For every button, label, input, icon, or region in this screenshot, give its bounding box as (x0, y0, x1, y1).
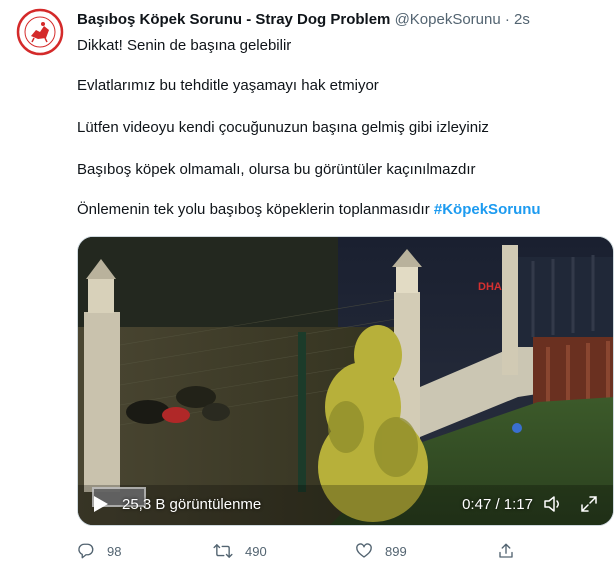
avatar[interactable] (16, 8, 64, 56)
share-icon (499, 543, 513, 558)
fullscreen-icon[interactable] (579, 494, 599, 514)
speaker-icon[interactable] (543, 494, 563, 514)
tweet-text-line: Önlemenin tek yolu başıboş köpeklerin to… (77, 200, 541, 220)
video-duration: 0:47 / 1:17 (462, 496, 533, 513)
reply-icon (78, 543, 94, 559)
tweet-header: Başıboş Köpek Sorunu - Stray Dog Problem… (77, 10, 530, 30)
like-count: 899 (385, 543, 407, 559)
video-controls: 25,3 B görüntülenme 0:47 / 1:17 (78, 485, 613, 525)
logo-icon (16, 8, 64, 56)
tweet[interactable]: Başıboş Köpek Sorunu - Stray Dog Problem… (0, 0, 614, 575)
retweet-icon (213, 544, 233, 558)
tweet-text-line: Lütfen videoyu kendi çocuğunuzun başına … (77, 119, 489, 136)
tweet-actions: 98 490 899 (77, 539, 537, 563)
reply-count: 98 (107, 543, 122, 559)
reply-button[interactable]: 98 (77, 539, 121, 563)
author-handle[interactable]: @KopekSorunu (395, 11, 501, 28)
like-button[interactable]: 899 (355, 539, 407, 563)
separator: · (504, 11, 510, 28)
hashtag-link[interactable]: #KöpekSorunu (434, 201, 541, 218)
tweet-text-line: Dikkat! Senin de başına gelebilir (77, 37, 292, 54)
tweet-time[interactable]: 2s (514, 11, 530, 28)
share-button[interactable] (497, 539, 515, 563)
tweet-text: Önlemenin tek yolu başıboş köpeklerin to… (77, 201, 430, 218)
retweet-count: 490 (245, 543, 267, 559)
view-count: 25,3 B görüntülenme (122, 496, 262, 513)
watermark-text: DHA (478, 281, 502, 293)
video-frame: DHA (78, 237, 613, 525)
tweet-text-line: Başıboş köpek olmamalı, olursa bu görünt… (77, 161, 476, 178)
tweet-text-line: Evlatlarımız bu tehditle yaşamayı hak et… (77, 77, 379, 94)
video-player[interactable]: DHA 25,3 B görüntülenme 0:47 / 1:17 (77, 236, 614, 526)
heart-icon (356, 543, 372, 558)
play-icon[interactable] (93, 495, 109, 513)
retweet-button[interactable]: 490 (213, 539, 267, 563)
author-name[interactable]: Başıboş Köpek Sorunu - Stray Dog Problem (77, 11, 390, 28)
